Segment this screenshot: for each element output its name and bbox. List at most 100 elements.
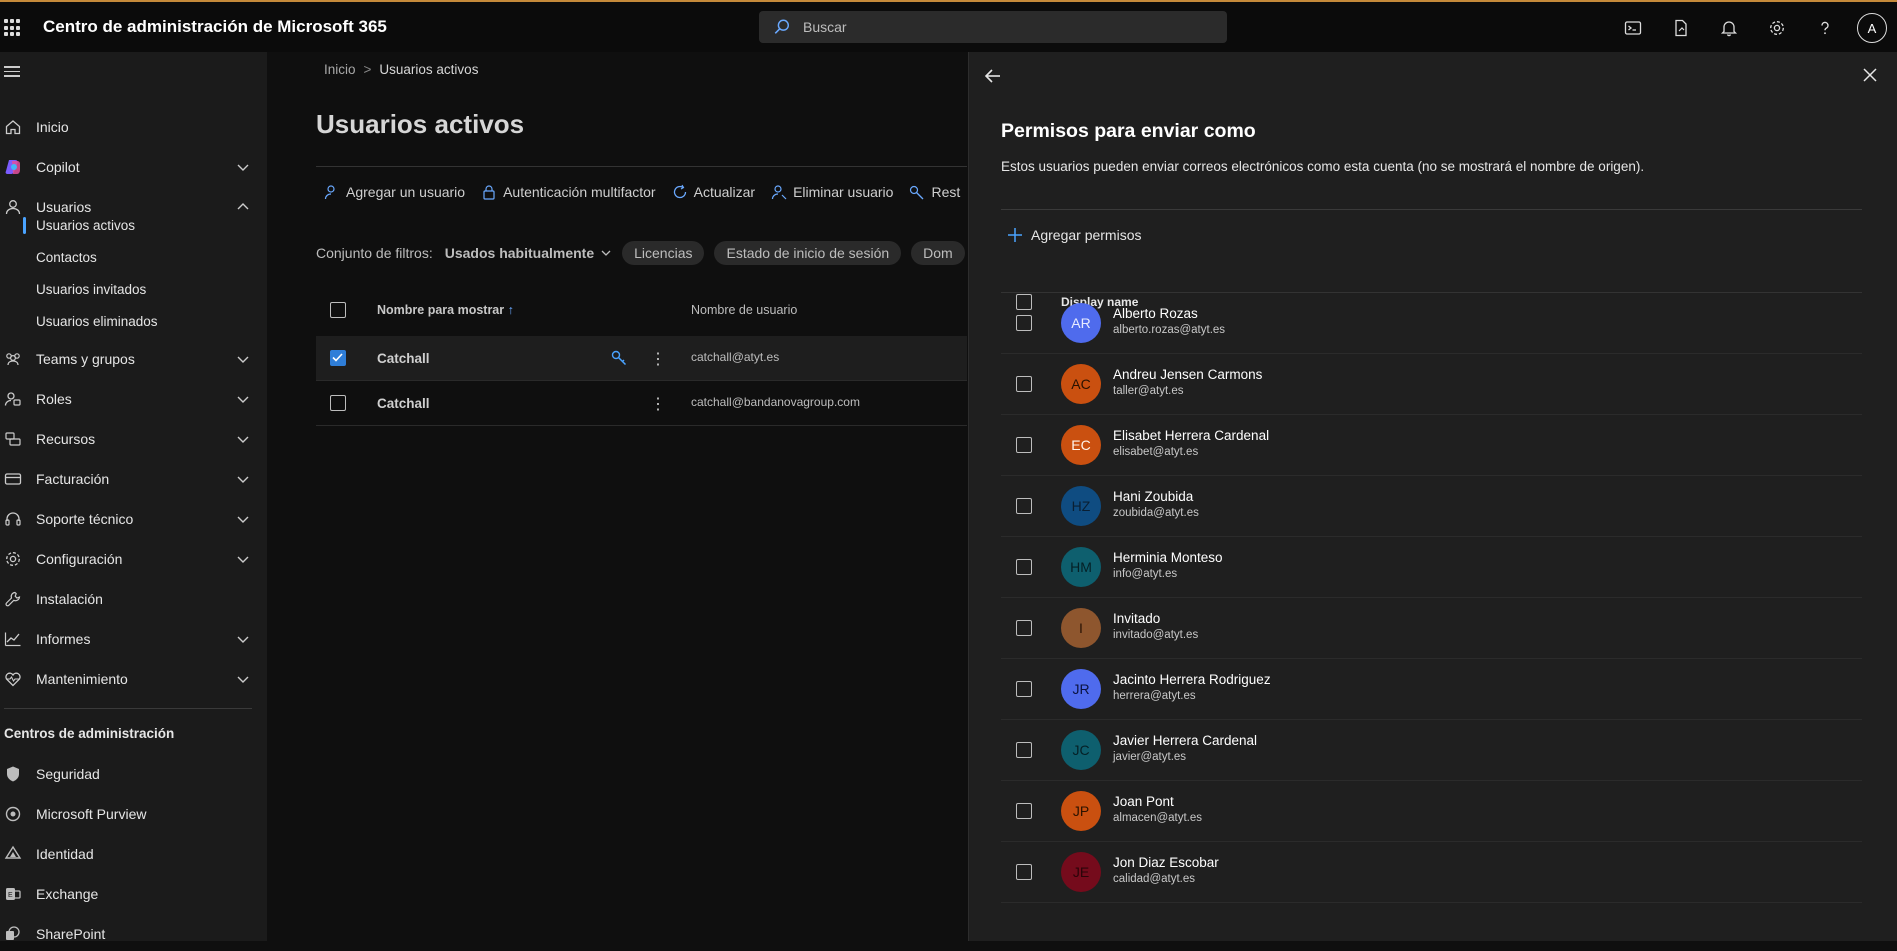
sidebar-item-facturacion[interactable]: Facturación — [0, 462, 267, 496]
key-icon[interactable] — [610, 349, 628, 367]
avatar: AR — [1061, 303, 1101, 343]
row-checkbox[interactable] — [330, 350, 346, 366]
row-checkbox[interactable] — [1016, 742, 1032, 758]
row-checkbox[interactable] — [1016, 803, 1032, 819]
column-username[interactable]: Nombre de usuario — [691, 303, 797, 317]
row-checkbox[interactable] — [1016, 376, 1032, 392]
add-user-icon — [324, 185, 335, 200]
reset-password-button[interactable]: Rest — [909, 184, 960, 200]
breadcrumb-inicio[interactable]: Inicio — [324, 62, 356, 77]
sidebar-item-configuracion[interactable]: Configuración — [0, 542, 267, 576]
delete-user-button[interactable]: Eliminar usuario — [771, 184, 893, 200]
help-icon[interactable] — [1801, 2, 1849, 54]
sidebar-item-copilot[interactable]: Copilot — [0, 150, 267, 184]
row-checkbox[interactable] — [1016, 864, 1032, 880]
select-all-checkbox[interactable] — [330, 302, 346, 318]
sidebar-item-identidad[interactable]: Identidad — [0, 837, 267, 871]
document-icon[interactable] — [1657, 2, 1705, 54]
list-item[interactable]: I Invitado invitado@atyt.es — [1001, 598, 1862, 659]
user-name: Elisabet Herrera Cardenal — [1113, 428, 1270, 443]
sidebar-item-instalacion[interactable]: Instalación — [0, 582, 267, 616]
mfa-button[interactable]: Autenticación multifactor — [481, 184, 656, 200]
gear-icon[interactable] — [1753, 2, 1801, 54]
list-item[interactable]: JE Jon Diaz Escobar calidad@atyt.es — [1001, 842, 1862, 903]
row-checkbox[interactable] — [1016, 559, 1032, 575]
close-icon[interactable] — [1862, 67, 1878, 83]
filter-set-dropdown[interactable]: Usados habitualmente — [445, 245, 594, 261]
list-item[interactable]: EC Elisabet Herrera Cardenal elisabet@atyt… — [1001, 415, 1862, 476]
sidebar-item-teams-grupos[interactable]: Teams y grupos — [0, 342, 267, 376]
add-user-button[interactable]: Agregar un usuario — [324, 184, 465, 200]
main-content: Inicio > Usuarios activos Usuarios activos… — [267, 52, 967, 941]
sidebar-subitem-usuarios-eliminados[interactable]: Usuarios eliminados — [36, 314, 158, 329]
refresh-button[interactable]: Actualizar — [672, 184, 755, 200]
list-item[interactable]: HZ Hani Zoubida zoubida@atyt.es — [1001, 476, 1862, 537]
list-item[interactable]: AC Andreu Jensen Carmons taller@atyt.es — [1001, 354, 1862, 415]
row-checkbox[interactable] — [1016, 620, 1032, 636]
sidebar-item-exchange[interactable]: E Exchange — [0, 877, 267, 911]
row-display-name[interactable]: Catchall — [377, 396, 430, 411]
filter-pill-dominio[interactable]: Dom — [911, 241, 965, 265]
waffle-icon[interactable] — [4, 19, 22, 37]
sidebar-item-recursos[interactable]: Recursos — [0, 422, 267, 456]
avatar: A — [1857, 13, 1887, 43]
user-email: javier@atyt.es — [1113, 751, 1187, 763]
user-name: Andreu Jensen Carmons — [1113, 367, 1263, 382]
page-title: Usuarios activos — [316, 109, 525, 139]
row-checkbox[interactable] — [1016, 315, 1032, 331]
sidebar-item-soporte-tecnico[interactable]: Soporte técnico — [0, 502, 267, 536]
heart-icon — [5, 672, 21, 687]
divider — [316, 166, 967, 167]
chart-icon — [4, 632, 21, 647]
app-title[interactable]: Centro de administración de Microsoft 36… — [43, 17, 387, 37]
list-item[interactable]: JP Joan Pont almacen@atyt.es — [1001, 781, 1862, 842]
user-email: calidad@atyt.es — [1113, 873, 1195, 885]
sidebar-item-inicio[interactable]: Inicio — [0, 110, 267, 144]
avatar: JC — [1061, 730, 1101, 770]
hamburger-icon[interactable] — [4, 66, 20, 78]
table-row[interactable]: Catchall ⋮ catchall@bandanovagroup.com — [316, 381, 967, 426]
account-button[interactable]: A — [1849, 2, 1897, 54]
row-display-name[interactable]: Catchall — [377, 351, 430, 366]
filter-pill-estado-sesion[interactable]: Estado de inicio de sesión — [714, 241, 902, 265]
row-checkbox[interactable] — [1016, 681, 1032, 697]
list-item[interactable]: JC Javier Herrera Cardenal javier@atyt.es — [1001, 720, 1862, 781]
row-checkbox[interactable] — [330, 395, 346, 411]
row-checkbox[interactable] — [1016, 498, 1032, 514]
teams-icon — [6, 353, 20, 366]
row-checkbox[interactable] — [1016, 437, 1032, 453]
terminal-icon[interactable] — [1609, 2, 1657, 54]
filter-pill-licencias[interactable]: Licencias — [622, 241, 705, 265]
sidebar-subitem-contactos[interactable]: Contactos — [36, 250, 97, 265]
list-item[interactable]: AR Alberto Rozas alberto.rozas@atyt.es — [1001, 293, 1862, 354]
sidebar-subitem-usuarios-activos[interactable]: Usuarios activos — [36, 218, 135, 233]
chevron-down-icon — [237, 436, 249, 443]
user-name: Invitado — [1113, 611, 1161, 626]
list-item[interactable]: JR Jacinto Herrera Rodriguez herrera@atyt.… — [1001, 659, 1862, 720]
user-name: Joan Pont — [1113, 794, 1174, 809]
more-options-icon[interactable]: ⋮ — [650, 394, 666, 414]
table-row[interactable]: Catchall ⋮ catchall@atyt.es — [316, 336, 967, 381]
resources-icon — [5, 432, 21, 446]
key-icon — [910, 185, 924, 200]
chevron-down-icon — [237, 164, 249, 171]
column-display-name[interactable]: Nombre para mostrar ↑ — [377, 303, 514, 317]
panel-title: Permisos para enviar como — [1001, 120, 1256, 142]
more-options-icon[interactable]: ⋮ — [650, 349, 666, 369]
avatar: JP — [1061, 791, 1101, 831]
list-item[interactable]: HM Herminia Monteso info@atyt.es — [1001, 537, 1862, 598]
sidebar-item-purview[interactable]: Microsoft Purview — [0, 797, 267, 831]
add-permissions-button[interactable]: Agregar permisos — [1007, 224, 1142, 246]
sidebar-item-sharepoint[interactable]: SharePoint — [0, 917, 267, 951]
sidebar-item-seguridad[interactable]: Seguridad — [0, 757, 267, 791]
sidebar-item-roles[interactable]: Roles — [0, 382, 267, 416]
back-arrow-icon[interactable] — [983, 66, 1003, 86]
bell-icon[interactable] — [1705, 2, 1753, 54]
lock-icon — [483, 185, 495, 200]
sidebar-subitem-usuarios-invitados[interactable]: Usuarios invitados — [36, 282, 146, 297]
sidebar-item-mantenimiento[interactable]: Mantenimiento — [0, 662, 267, 696]
admin-centers-heading: Centros de administración — [4, 726, 175, 741]
sidebar-item-informes[interactable]: Informes — [0, 622, 267, 656]
search-input[interactable]: Buscar — [759, 11, 1227, 43]
row-username: catchall@bandanovagroup.com — [691, 395, 860, 409]
